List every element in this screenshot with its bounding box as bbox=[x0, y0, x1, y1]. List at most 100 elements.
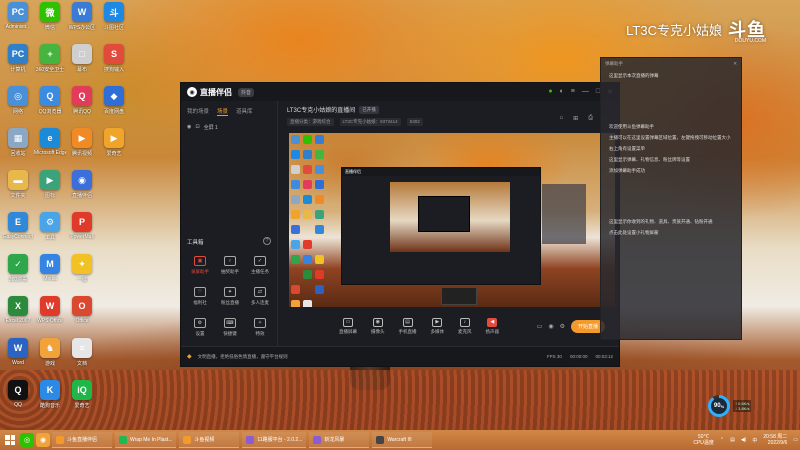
avatar-icon[interactable]: ● bbox=[548, 88, 552, 96]
visibility-icon[interactable]: ◉ bbox=[548, 323, 553, 330]
taskbar-task[interactable]: 斗鱼直播伴侣 bbox=[52, 432, 112, 448]
desktop-icon[interactable]: □ 幕布 bbox=[66, 44, 98, 86]
desktop-icon[interactable]: ♞ 游戏 bbox=[34, 338, 66, 380]
desktop-icon[interactable]: W WPS Office bbox=[34, 296, 66, 338]
toolbox-item[interactable]: ♡ 福利社 bbox=[185, 287, 215, 306]
desktop-icon[interactable]: K 酷狗音乐 bbox=[34, 380, 66, 422]
desktop-icon[interactable]: Q QQ浏览器 bbox=[34, 86, 66, 128]
bag-icon[interactable]: ⊞ bbox=[573, 115, 578, 122]
toolbox-item[interactable]: ▣ 录屏助手 bbox=[185, 256, 215, 275]
scene-tab[interactable]: 场景 bbox=[217, 107, 229, 116]
desktop-icon[interactable]: M Media bbox=[34, 254, 66, 296]
desktop-icon[interactable]: ⚙ 工具 bbox=[34, 212, 66, 254]
chat-close-icon[interactable]: ✕ bbox=[733, 61, 737, 67]
desktop-icon[interactable]: PC 计算机 bbox=[2, 44, 34, 86]
skin-icon[interactable]: ◐ bbox=[560, 88, 564, 96]
desktop-icon[interactable]: ▶ 爱奇艺 bbox=[98, 128, 130, 170]
desktop-icon[interactable]: PC Administr... bbox=[2, 2, 34, 44]
taskbar-task[interactable]: Wrap Me In Plast... bbox=[115, 432, 177, 448]
desktop-icon[interactable]: iQ 爱奇艺 bbox=[66, 380, 98, 422]
desktop-icon[interactable]: ≡ 文档 bbox=[66, 338, 98, 380]
stream-workspace: LT3C专克小姑娘的直播间 已开播 直播分类：游戏综合 LT3C专克小姑娘：937… bbox=[279, 101, 619, 346]
taskbar-task[interactable]: 斗鱼视频 bbox=[179, 432, 240, 448]
toolbox-item[interactable]: ⚙ 设置 bbox=[185, 318, 215, 337]
desktop-icon[interactable]: ◉ 直播伴侣 bbox=[66, 170, 98, 212]
stream-preview[interactable]: 直播伴侣 bbox=[289, 133, 615, 307]
scene-tab[interactable]: 我的场景 bbox=[187, 107, 209, 116]
camera-settings-icon[interactable]: ▭ bbox=[537, 323, 543, 330]
browser-taskbar-icon[interactable]: ◉ bbox=[36, 433, 50, 447]
toolbox-item[interactable]: ✧ 特效 bbox=[245, 318, 275, 337]
share-icon[interactable]: ⎙ bbox=[588, 115, 593, 122]
scene-tab[interactable]: 道具库 bbox=[236, 107, 253, 116]
network-icon[interactable]: ▤ bbox=[730, 437, 735, 443]
help-icon[interactable]: ? bbox=[263, 237, 271, 245]
desktop-icon[interactable]: e Microsoft Edge bbox=[34, 128, 66, 170]
desktop-icon[interactable]: 微微信 bbox=[34, 2, 66, 44]
desktop-icon[interactable]: ◎ 网络 bbox=[2, 86, 34, 128]
preview-mini-icon bbox=[315, 300, 324, 307]
settings-icon[interactable]: ⚙ bbox=[560, 323, 565, 330]
desktop-icon[interactable]: ▶ 腾讯视频 bbox=[66, 128, 98, 170]
room-meta-item[interactable]: LT3C专克小姑娘：9373414 bbox=[339, 118, 401, 126]
stream-control[interactable]: ▭ 直播屏幕 bbox=[339, 317, 357, 335]
desktop-icon[interactable]: 斗斗图社区 bbox=[98, 2, 130, 44]
desktop-icon[interactable]: X Excel 2007 bbox=[2, 296, 34, 338]
tray-arrow-icon[interactable]: ⌃ bbox=[720, 437, 724, 443]
taskbar-task-label: 斗鱼视频 bbox=[194, 437, 215, 443]
desktop-icon[interactable]: S 搜狗输入 bbox=[98, 44, 130, 86]
performance-widget[interactable]: 90% ↑ 0.6K/s ↓ 3.8K/s bbox=[708, 393, 768, 419]
wechat-taskbar-icon[interactable]: ◎ bbox=[20, 433, 34, 447]
notification-icon[interactable]: ▭ bbox=[793, 437, 798, 443]
toolbox-item-label: 特效 bbox=[255, 331, 265, 336]
desktop-icon[interactable]: ✓ 360杀毒 bbox=[2, 254, 34, 296]
room-title: LT3C专克小姑娘的直播间 已开播 bbox=[287, 105, 611, 114]
desktop-icon[interactable]: E EasyConnect bbox=[2, 212, 34, 254]
desktop-icon[interactable]: O Office bbox=[66, 296, 98, 338]
stream-control[interactable]: ◀ 扬声器 bbox=[486, 317, 499, 335]
toolbox-item[interactable]: ⌨ 快捷键 bbox=[215, 318, 245, 337]
chat-header[interactable]: 弹幕助手 ✕ bbox=[601, 58, 741, 70]
toolbox-item[interactable]: ⇄ 多人连麦 bbox=[245, 287, 275, 306]
desktop-icon[interactable]: ✦ 一键 bbox=[66, 254, 98, 296]
room-meta-item[interactable]: 直播分类：游戏综合 bbox=[287, 118, 334, 126]
watermark-sub: DOUYU.COM bbox=[734, 38, 766, 44]
toolbox-item[interactable]: ✓ 主播任务 bbox=[245, 256, 275, 275]
menu-icon[interactable]: ≡ bbox=[571, 88, 575, 96]
taskbar-task[interactable]: 斩龙风暴 bbox=[309, 432, 370, 448]
taskbar-task-label: 斩龙风暴 bbox=[324, 437, 345, 443]
desktop-icon-label: 一键 bbox=[76, 277, 87, 283]
stream-control[interactable]: ▤ 手机直播 bbox=[399, 317, 417, 335]
gift-icon[interactable]: ⌂ bbox=[560, 115, 564, 122]
app-titlebar[interactable]: ◉ 直播伴侣 抖音 ● ◐ ≡ — □ ✕ bbox=[181, 83, 619, 101]
desktop-icon[interactable]: +360安全卫士 bbox=[34, 44, 66, 86]
desktop-icon[interactable]: ◆ 百度网盘 bbox=[98, 86, 130, 128]
scene-item[interactable]: ◉ ⊡ 全屏 1 bbox=[181, 120, 277, 135]
desktop-icon[interactable]: P PowerMall bbox=[66, 212, 98, 254]
desktop-icon[interactable]: ▬ 文件夹 bbox=[2, 170, 34, 212]
minimize-icon[interactable]: — bbox=[582, 88, 589, 96]
platform-badge[interactable]: 抖音 bbox=[238, 87, 255, 97]
desktop-app-icon: ▶ bbox=[40, 170, 60, 190]
preview-mini-icon bbox=[291, 210, 300, 219]
taskbar-task[interactable]: Warcraft III bbox=[372, 432, 433, 448]
stream-control[interactable]: ▶ 多媒体 bbox=[431, 317, 444, 335]
eye-icon[interactable]: ◉ bbox=[187, 124, 191, 131]
clock[interactable]: 20:58 周二 2022/9/6 bbox=[763, 434, 787, 446]
desktop-icon[interactable]: W WPS办公区 bbox=[66, 2, 98, 44]
taskbar-task[interactable]: 11路服平台 - 2.0.2... bbox=[242, 432, 307, 448]
volume-icon[interactable]: ◀) bbox=[741, 437, 747, 443]
toolbox-item[interactable]: ✦ 粉丝直播 bbox=[215, 287, 245, 306]
desktop-icon[interactable]: ▦ 回收站 bbox=[2, 128, 34, 170]
desktop-icon[interactable]: Q 腾讯QQ bbox=[66, 86, 98, 128]
start-button[interactable] bbox=[2, 432, 18, 448]
toolbox-item[interactable]: ♀ 抽奖助手 bbox=[215, 256, 245, 275]
lock-icon[interactable]: ⊡ bbox=[195, 124, 199, 131]
stream-control[interactable]: ♪ 麦克风 bbox=[458, 317, 472, 335]
desktop-icon[interactable]: ▶ 图标 bbox=[34, 170, 66, 212]
room-meta-item[interactable]: 5302 bbox=[406, 118, 423, 126]
desktop-icon[interactable]: Q QQ bbox=[2, 380, 34, 422]
ime-icon[interactable]: 中 bbox=[752, 437, 757, 444]
desktop-icon[interactable]: W Word bbox=[2, 338, 34, 380]
stream-control[interactable]: ◉ 摄像头 bbox=[371, 317, 385, 335]
